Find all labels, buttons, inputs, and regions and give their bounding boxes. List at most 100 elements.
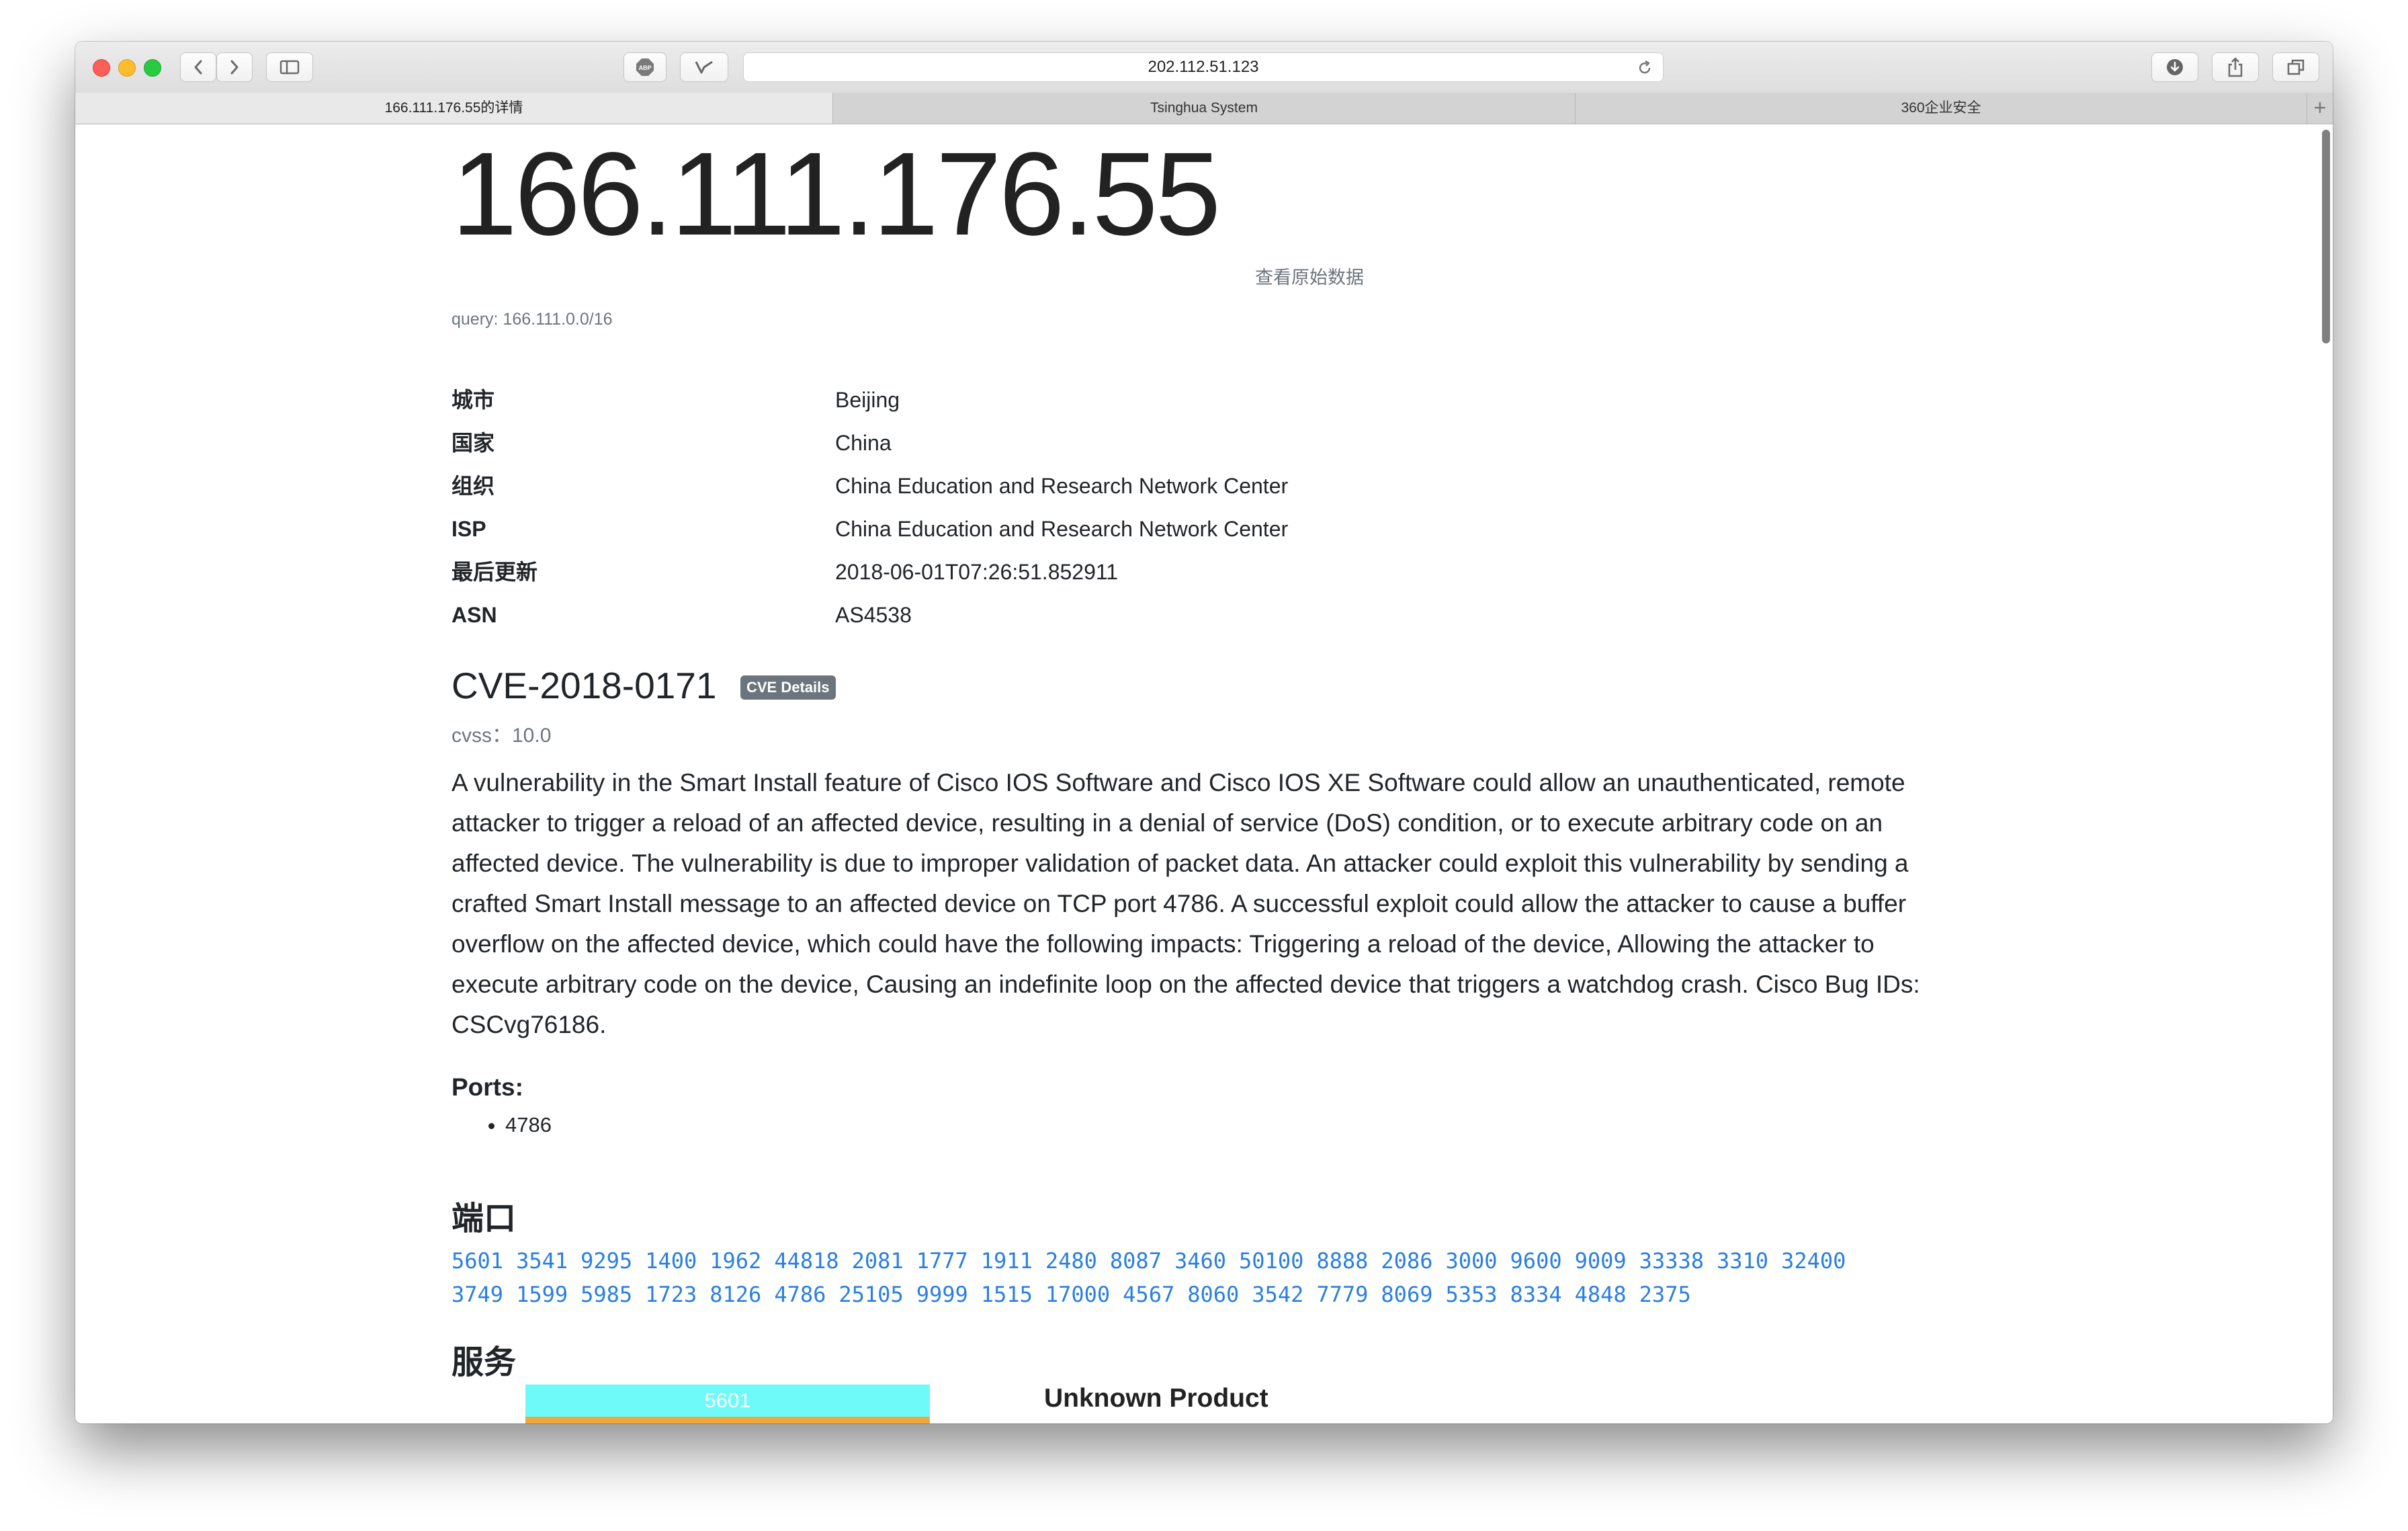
port-link[interactable]: 1723 <box>645 1282 697 1307</box>
info-value: China Education and Research Network Cen… <box>835 517 1289 541</box>
address-text: 202.112.51.123 <box>1148 58 1259 76</box>
info-row-last-update: 最后更新 2018-06-01T07:26:51.852911 <box>452 550 1661 593</box>
share-button[interactable] <box>2212 52 2259 82</box>
port-link[interactable]: 5985 <box>580 1282 632 1307</box>
zoom-window-button[interactable] <box>144 59 161 77</box>
port-link[interactable]: 4786 <box>774 1282 826 1307</box>
info-key: 组织 <box>452 474 495 498</box>
close-window-button[interactable] <box>93 59 110 77</box>
tab-bar: 166.111.176.55的详情 Tsinghua System 360企业安… <box>75 93 2333 124</box>
port-link[interactable]: 2086 <box>1381 1248 1432 1274</box>
tab-ip-detail[interactable]: 166.111.176.55的详情 <box>75 93 833 124</box>
info-key: 最后更新 <box>452 560 538 584</box>
port-link[interactable]: 8069 <box>1381 1282 1432 1307</box>
port-link[interactable]: 8126 <box>710 1282 761 1307</box>
port-link[interactable]: 50100 <box>1239 1248 1303 1274</box>
port-link[interactable]: 2081 <box>852 1248 904 1274</box>
new-tab-button[interactable]: + <box>2307 93 2333 124</box>
extension-button[interactable] <box>680 52 728 82</box>
info-row-country: 国家 China <box>452 421 1661 464</box>
port-link[interactable]: 9600 <box>1510 1248 1562 1274</box>
port-link[interactable]: 3460 <box>1174 1248 1226 1274</box>
tabs-overview-icon <box>2287 59 2305 75</box>
cvss-score: cvss：10.0 <box>452 725 552 747</box>
port-link[interactable]: 8087 <box>1110 1248 1162 1274</box>
port-link[interactable]: 8334 <box>1510 1282 1562 1307</box>
forward-icon <box>230 60 239 75</box>
port-link[interactable]: 2480 <box>1045 1248 1097 1274</box>
raw-data-link[interactable]: 查看原始数据 <box>1255 263 1364 289</box>
address-bar[interactable]: 202.112.51.123 <box>743 52 1664 82</box>
port-link[interactable]: 1599 <box>516 1282 568 1307</box>
info-row-asn: ASN AS4538 <box>452 593 1661 636</box>
cve-description: A vulnerability in the Smart Install fea… <box>452 769 1920 1038</box>
adblock-icon: ABP <box>636 58 654 76</box>
cve-ports-heading: Ports: <box>452 1073 523 1101</box>
port-row: 5601 3541 9295 1400 1962 44818 2081 1777 1911 248… <box>452 1244 1956 1278</box>
info-key: 城市 <box>452 388 495 412</box>
info-key: ISP <box>452 517 486 541</box>
minimize-window-button[interactable] <box>118 59 136 77</box>
port-link[interactable]: 7779 <box>1316 1282 1368 1307</box>
port-link[interactable]: 3541 <box>516 1248 568 1274</box>
share-icon <box>2228 57 2243 77</box>
info-row-city: 城市 Beijing <box>452 378 1661 421</box>
svg-text:ABP: ABP <box>638 65 651 71</box>
extension-icon <box>695 60 713 74</box>
cve-port-item: 4786 <box>505 1110 552 1141</box>
port-link[interactable]: 9999 <box>916 1282 968 1307</box>
forward-button[interactable] <box>216 52 253 82</box>
info-table: 城市 Beijing 国家 China 组织 China Education a… <box>452 378 1661 636</box>
info-row-organization: 组织 China Education and Research Network … <box>452 464 1661 507</box>
ports-heading: 端口 <box>452 1201 517 1237</box>
port-link[interactable]: 3310 <box>1717 1248 1768 1274</box>
tabs-overview-button[interactable] <box>2272 52 2319 82</box>
service-card: 5601 tcp http <box>525 1384 930 1423</box>
info-key: ASN <box>452 603 497 627</box>
vertical-scrollbar[interactable] <box>2318 124 2333 1423</box>
port-link[interactable]: 9009 <box>1575 1248 1627 1274</box>
port-link[interactable]: 32400 <box>1781 1248 1846 1274</box>
services-heading: 服务 <box>452 1345 517 1380</box>
back-button[interactable] <box>180 52 216 82</box>
port-link[interactable]: 5353 <box>1445 1282 1497 1307</box>
reload-icon[interactable] <box>1636 59 1653 77</box>
port-link[interactable]: 3542 <box>1252 1282 1303 1307</box>
service-product: Unknown Product <box>1044 1384 1268 1413</box>
tab-tsinghua-system[interactable]: Tsinghua System <box>833 93 1576 124</box>
port-link[interactable]: 9295 <box>580 1248 632 1274</box>
port-link[interactable]: 4567 <box>1123 1282 1174 1307</box>
info-value: Beijing <box>835 388 900 412</box>
port-link[interactable]: 8888 <box>1316 1248 1368 1274</box>
adblock-button[interactable]: ABP <box>624 52 666 82</box>
port-link[interactable]: 3749 <box>452 1282 503 1307</box>
info-row-isp: ISP China Education and Research Network… <box>452 507 1661 550</box>
port-link[interactable]: 2375 <box>1639 1282 1691 1307</box>
port-list: 5601 3541 9295 1400 1962 44818 2081 1777 1911 248… <box>452 1244 1956 1311</box>
port-link[interactable]: 33338 <box>1639 1248 1704 1274</box>
port-link[interactable]: 1962 <box>710 1248 761 1274</box>
port-link[interactable]: 1515 <box>981 1282 1033 1307</box>
port-link[interactable]: 8060 <box>1187 1282 1239 1307</box>
tab-360-security[interactable]: 360企业安全 <box>1576 93 2307 124</box>
info-value: China Education and Research Network Cen… <box>835 474 1289 498</box>
port-link[interactable]: 5601 <box>452 1248 503 1274</box>
port-link[interactable]: 1911 <box>981 1248 1033 1274</box>
service-transport: tcp <box>525 1417 930 1423</box>
cve-details-badge[interactable]: CVE Details <box>740 675 836 700</box>
info-key: 国家 <box>452 431 495 455</box>
sidebar-button[interactable] <box>266 52 313 82</box>
info-value: China <box>835 431 892 455</box>
downloads-button[interactable] <box>2151 52 2198 82</box>
port-link[interactable]: 44818 <box>774 1248 838 1274</box>
scrollbar-thumb[interactable] <box>2322 130 2330 343</box>
port-link[interactable]: 1777 <box>916 1248 968 1274</box>
service-port[interactable]: 5601 <box>525 1384 930 1417</box>
port-link[interactable]: 4848 <box>1575 1282 1627 1307</box>
port-link[interactable]: 1400 <box>645 1248 697 1274</box>
port-link[interactable]: 3000 <box>1445 1248 1497 1274</box>
info-value: AS4538 <box>835 603 912 627</box>
browser-window: ABP 202.112.51.123 166.111.176.55的详情 Tsi… <box>75 42 2333 1423</box>
port-link[interactable]: 17000 <box>1045 1282 1110 1307</box>
port-link[interactable]: 25105 <box>838 1282 903 1307</box>
